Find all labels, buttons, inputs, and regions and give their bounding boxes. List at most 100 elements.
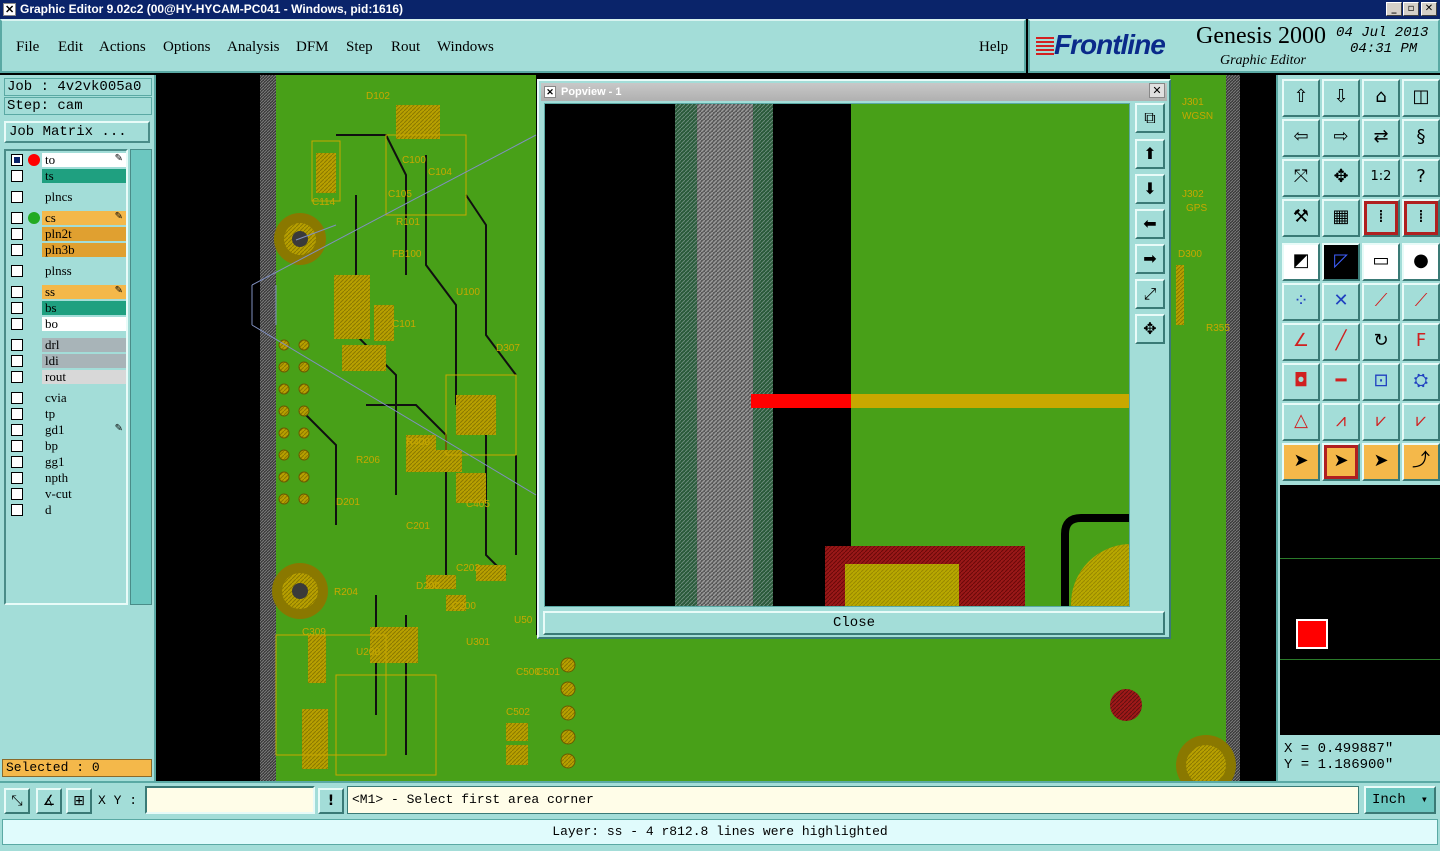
menu-rout[interactable]: Rout [391,39,420,56]
layer-checkbox[interactable] [11,339,23,351]
layer-row-v-cut[interactable]: v-cut [8,487,126,501]
layer-name[interactable]: ldi [42,354,126,368]
angle-icon[interactable]: ∠ [1282,323,1320,361]
help-icon[interactable]: ? [1402,159,1440,197]
popview-pan-up-icon[interactable]: ⬆ [1135,139,1165,169]
layer-row-rout[interactable]: rout [8,370,126,384]
layer-row-cs[interactable]: cs ✎ [8,211,126,225]
maximize-button[interactable]: ▫ [1403,2,1419,16]
ruler-icon[interactable]: ▭ [1362,243,1400,281]
pointer-select-icon[interactable]: ➤ [1322,443,1360,481]
popview-zoom-home-icon[interactable]: ⧉ [1135,103,1165,133]
layer-name[interactable]: ss [42,285,126,299]
swap-view-icon[interactable]: ⇄ [1362,119,1400,157]
layer-checkbox[interactable] [11,355,23,367]
pointer-route-icon[interactable]: ⤴ [1402,443,1440,481]
layer-row-plncs[interactable]: plncs [8,190,126,204]
layer-name[interactable]: gd1 [42,423,126,437]
home-icon[interactable]: ⌂ [1362,79,1400,117]
layer-checkbox[interactable] [11,488,23,500]
grid-icon[interactable]: ▦ [1322,199,1360,237]
select-feature-icon[interactable]: ◩ [1282,243,1320,281]
layer-list-scrollbar[interactable] [130,149,152,605]
layer-row-bo[interactable]: bo [8,317,126,331]
connect-icon[interactable]: ⟋ [1362,283,1400,321]
text-edit-icon[interactable]: F [1402,323,1440,361]
layer-name[interactable]: plnss [42,264,126,278]
arch-alt-icon[interactable]: ⩗ [1402,403,1440,441]
net-icon[interactable]: ⁘ [1282,283,1320,321]
zoom-window-down-icon[interactable]: ⇩ [1322,79,1360,117]
triangle-alt-icon[interactable]: ⩘ [1322,403,1360,441]
cross-icon[interactable]: ✕ [1322,283,1360,321]
minimize-button[interactable]: _ [1386,2,1402,16]
layer-row-bp[interactable]: bp [8,439,126,453]
layer-name[interactable]: rout [42,370,126,384]
menu-help[interactable]: Help [979,39,1008,56]
popview-pan-left-icon[interactable]: ⬅ [1135,209,1165,239]
layer-name[interactable]: pln2t [42,227,126,241]
arc-icon[interactable]: ↻ [1362,323,1400,361]
popview-pan-down-icon[interactable]: ⬇ [1135,174,1165,204]
layer-row-ss[interactable]: ss ✎ [8,285,126,299]
job-matrix-button[interactable]: Job Matrix ... [4,121,150,143]
layer-row-pln2t[interactable]: pln2t [8,227,126,241]
layer-name[interactable]: to [42,153,126,167]
layer-checkbox[interactable] [11,154,23,166]
layer-row-pln3b[interactable]: pln3b [8,243,126,257]
zoom-fit-icon[interactable]: ⤧ [1282,159,1320,197]
layer-checkbox[interactable] [11,440,23,452]
layer-name[interactable]: npth [42,471,126,485]
layer-name[interactable]: cvia [42,391,126,405]
layer-checkbox[interactable] [11,212,23,224]
layer-checkbox[interactable] [11,228,23,240]
measure-distance-icon[interactable]: ⊡ [1362,363,1400,401]
layer-row-ldi[interactable]: ldi [8,354,126,368]
layer-name[interactable]: cs [42,211,126,225]
layer-checkbox[interactable] [11,244,23,256]
exclamation-icon[interactable]: ! [318,788,344,814]
popview-pan-right-icon[interactable]: ➡ [1135,244,1165,274]
arch-icon[interactable]: ⩗ [1362,403,1400,441]
active-layer-color[interactable] [1296,619,1328,649]
layer-checkbox[interactable] [11,286,23,298]
zoom-one-to-two-icon[interactable]: 1:2 [1362,159,1400,197]
redraw-icon[interactable]: § [1402,119,1440,157]
zoom-window-up-icon[interactable]: ⇧ [1282,79,1320,117]
menu-dfm[interactable]: DFM [296,39,329,56]
connect-alt-icon[interactable]: ⟋ [1402,283,1440,321]
xy-input[interactable] [145,786,315,814]
layer-row-d[interactable]: d [8,503,126,517]
split-view-icon[interactable]: ◫ [1402,79,1440,117]
pan-right-icon[interactable]: ⇨ [1322,119,1360,157]
layer-row-bs[interactable]: bs [8,301,126,315]
unit-selector[interactable]: Inch ▾ [1364,786,1436,814]
layer-checkbox[interactable] [11,302,23,314]
grid-snap-icon[interactable]: ⊞ [66,788,92,814]
pad-group-icon[interactable]: ⛭ [1402,363,1440,401]
pad-add-icon[interactable]: ◘ [1282,363,1320,401]
layer-name[interactable]: tp [42,407,126,421]
select-pad-icon[interactable]: ● [1402,243,1440,281]
popview-zoom-out-icon[interactable]: ⤢ [1135,279,1165,309]
layer-name[interactable]: gg1 [42,455,126,469]
layer-checkbox[interactable] [11,170,23,182]
measure-angle-icon[interactable]: ∡ [36,788,62,814]
line-icon[interactable]: ╱ [1322,323,1360,361]
layer-name[interactable]: plncs [42,190,126,204]
app-icon[interactable] [3,1,16,20]
layer-row-tp[interactable]: tp [8,407,126,421]
layer-name[interactable]: d [42,503,126,517]
triangle-icon[interactable]: △ [1282,403,1320,441]
popview-close-button[interactable]: Close [543,611,1165,635]
popview-titlebar[interactable]: ✕ Popview - 1 [541,83,1167,101]
layer-row-gd1[interactable]: gd1 ✎ [8,423,126,437]
layer-name[interactable]: bp [42,439,126,453]
layer-name[interactable]: pln3b [42,243,126,257]
popview-close-icon[interactable]: ✕ [1149,83,1165,98]
pointer-icon[interactable]: ➤ [1282,443,1320,481]
layer-checkbox[interactable] [11,318,23,330]
pan-left-icon[interactable]: ⇦ [1282,119,1320,157]
snap-pad-icon[interactable]: ⁞ [1362,199,1400,237]
layer-row-ts[interactable]: ts [8,169,126,183]
